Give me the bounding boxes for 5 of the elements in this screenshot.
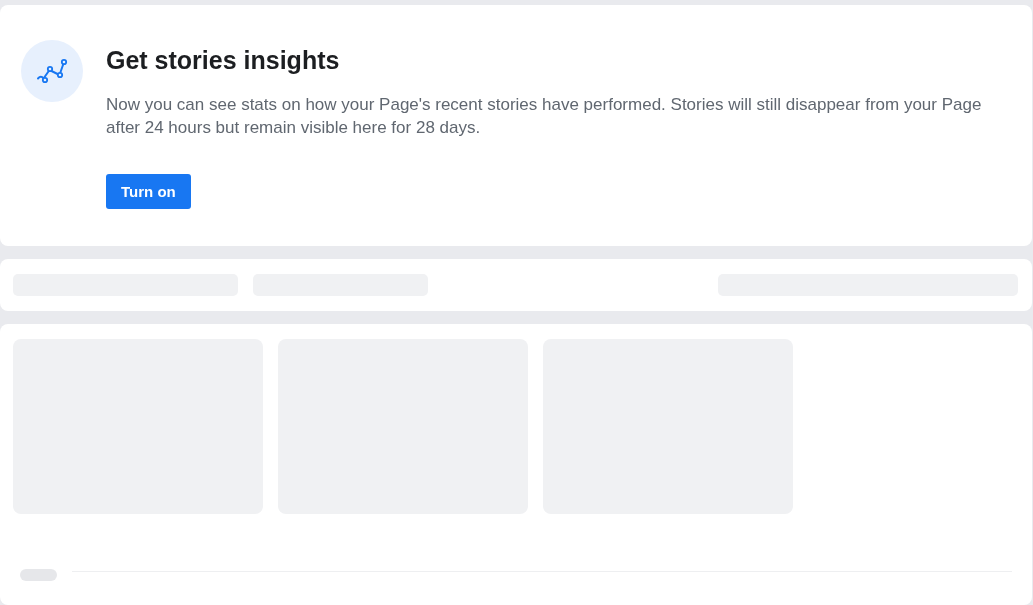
card-description: Now you can see stats on how your Page's recent stories have performed. Stories will still disappear from your Page after 24 hours but remain visible here for 28 days.	[106, 94, 983, 139]
skeleton-pill	[20, 569, 57, 581]
turn-on-button[interactable]: Turn on	[106, 174, 191, 209]
card-title: Get stories insights	[106, 46, 340, 74]
line-chart-icon	[21, 40, 83, 102]
